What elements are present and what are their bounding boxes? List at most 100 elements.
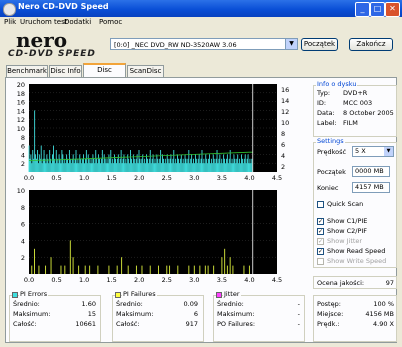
type-label: Typ:	[317, 89, 331, 97]
window-title: Nero CD-DVD Speed	[18, 2, 109, 11]
x-tick-label: 4.0	[244, 174, 254, 182]
y-tick-label: 6	[21, 143, 25, 151]
pie-total-value: 10661	[75, 320, 96, 328]
x-tick-label: 4.5	[272, 276, 282, 284]
x-tick-label: 1.0	[79, 174, 89, 182]
y-tick-label: 8	[21, 134, 25, 142]
pif-chart-bg	[29, 190, 277, 274]
y-tick-label-right: 4	[281, 152, 285, 160]
close-button[interactable]: ✕	[385, 2, 400, 17]
y-tick-label: 2	[21, 254, 25, 262]
id-label: ID:	[317, 99, 327, 107]
maximize-button[interactable]: □	[370, 2, 385, 17]
disc-label-label: Label:	[317, 119, 337, 127]
y-tick-label: 12	[17, 116, 25, 124]
quick-scan-label: Quick Scan	[327, 200, 364, 208]
show-c2pif-label: Show C2/PIF	[327, 227, 368, 235]
pi-failures-swatch	[115, 292, 121, 298]
drive-select-value: [0:0] _NEC DVD_RW ND-3520AW 3.06	[114, 41, 237, 49]
settings-title: Settings	[316, 137, 345, 145]
y-tick-label: 4	[21, 237, 25, 245]
po-failures-label: PO Failures:	[217, 320, 256, 328]
y-tick-label-right: 14	[281, 97, 289, 105]
chevron-down-icon[interactable]: ▼	[384, 147, 393, 156]
jitter-max-value: -	[297, 310, 300, 318]
tab-disc-quality[interactable]: Disc Quality	[83, 63, 126, 85]
start-label: Początek	[317, 168, 346, 176]
pif-total-label: Całość:	[116, 320, 140, 328]
speed-label: Prędkość	[317, 148, 347, 156]
show-c1pie-label: Show C1/PIE	[327, 217, 368, 225]
menu-help[interactable]: Pomoc	[99, 18, 122, 26]
menu-extras[interactable]: Dodatki	[64, 18, 91, 26]
jitter-max-label: Maksimum:	[217, 310, 255, 318]
start-button[interactable]: Początek	[301, 38, 338, 51]
x-tick-label: 0.5	[51, 276, 61, 284]
pie-avg-label: Średnio:	[13, 300, 40, 308]
drive-select[interactable]: [0:0] _NEC DVD_RW ND-3520AW 3.06 ▼	[110, 38, 298, 50]
menu-run-test[interactable]: Uruchom test	[20, 18, 68, 26]
y-tick-label: 2	[21, 160, 25, 168]
pi-errors-swatch	[12, 292, 18, 298]
show-jitter-label: Show Jitter	[327, 237, 363, 245]
x-tick-label: 3.0	[189, 174, 199, 182]
progress-value: 100 %	[373, 300, 394, 308]
show-write-speed-label: Show Write Speed	[327, 257, 387, 265]
charts-area: 2018161412108642 161412108642 0.0 0.5 1.0 1…	[17, 81, 290, 284]
y-tick-label: 10	[17, 125, 25, 133]
jitter-avg-value: -	[297, 300, 300, 308]
x-tick-label: 1.5	[106, 174, 116, 182]
x-tick-label: 1.5	[106, 276, 116, 284]
x-tick-label: 3.0	[189, 276, 199, 284]
show-jitter-checkbox[interactable]: ✓	[317, 238, 324, 245]
pi-failures-title: PI Failures	[122, 290, 157, 298]
current-speed-label: Prędk.:	[317, 320, 340, 328]
jitter-swatch	[216, 292, 222, 298]
quality-score-value: 97	[385, 279, 394, 287]
jitter-title: Jitter	[223, 290, 241, 298]
tab-scandisc[interactable]: ScanDisc	[127, 65, 164, 77]
end-field[interactable]: 4157 MB	[352, 182, 390, 193]
x-tick-label: 2.5	[162, 276, 172, 284]
x-tick-label: 4.5	[272, 174, 282, 182]
start-field[interactable]: 0000 MB	[352, 166, 390, 177]
id-value: MCC 003	[343, 99, 373, 107]
pi-errors-title: PI Errors	[19, 290, 49, 298]
jitter-avg-label: Średnio:	[217, 300, 244, 308]
show-read-speed-checkbox[interactable]: ✓	[317, 248, 324, 255]
chevron-down-icon[interactable]: ▼	[285, 39, 297, 49]
minimize-button[interactable]: _	[355, 2, 370, 17]
type-value: DVD+R	[343, 89, 368, 97]
x-tick-label: 4.0	[244, 276, 254, 284]
y-tick-label-right: 2	[281, 163, 285, 171]
place-label: Miejsce:	[317, 310, 344, 318]
quick-scan-checkbox[interactable]	[317, 201, 324, 208]
tab-disc-info[interactable]: Disc Info	[49, 65, 82, 77]
speed-select[interactable]: 5 X ▼	[352, 146, 394, 157]
pif-max-value: 6	[193, 310, 198, 318]
pie-avg-value: 1.60	[81, 300, 96, 308]
progress-label: Postęp:	[317, 300, 341, 308]
date-label: Data:	[317, 109, 335, 117]
pif-avg-value: 0.09	[183, 300, 198, 308]
x-tick-label: 2.0	[134, 174, 144, 182]
tab-benchmark[interactable]: Benchmark	[6, 65, 48, 77]
y-tick-label-right: 10	[281, 119, 289, 127]
y-tick-label: 10	[17, 187, 25, 195]
show-write-speed-checkbox[interactable]	[317, 258, 324, 265]
show-c1pie-checkbox[interactable]: ✓	[317, 218, 324, 225]
x-tick-label: 0.0	[24, 174, 34, 182]
date-value: 8 October 2005	[343, 109, 394, 117]
place-value: 4156 MB	[365, 310, 394, 318]
show-c2pif-checkbox[interactable]: ✓	[317, 228, 324, 235]
stop-button[interactable]: Zakończ	[349, 38, 393, 51]
y-tick-label: 14	[17, 107, 25, 115]
menu-file[interactable]: Plik	[4, 18, 16, 26]
y-tick-label: 6	[21, 221, 25, 229]
pie-max-value: 15	[87, 310, 96, 318]
po-failures-value: -	[297, 320, 300, 328]
y-tick-label-right: 12	[281, 108, 289, 116]
y-tick-label-right: 16	[281, 86, 289, 94]
y-tick-label: 4	[21, 151, 25, 159]
x-tick-label: 2.5	[162, 174, 172, 182]
